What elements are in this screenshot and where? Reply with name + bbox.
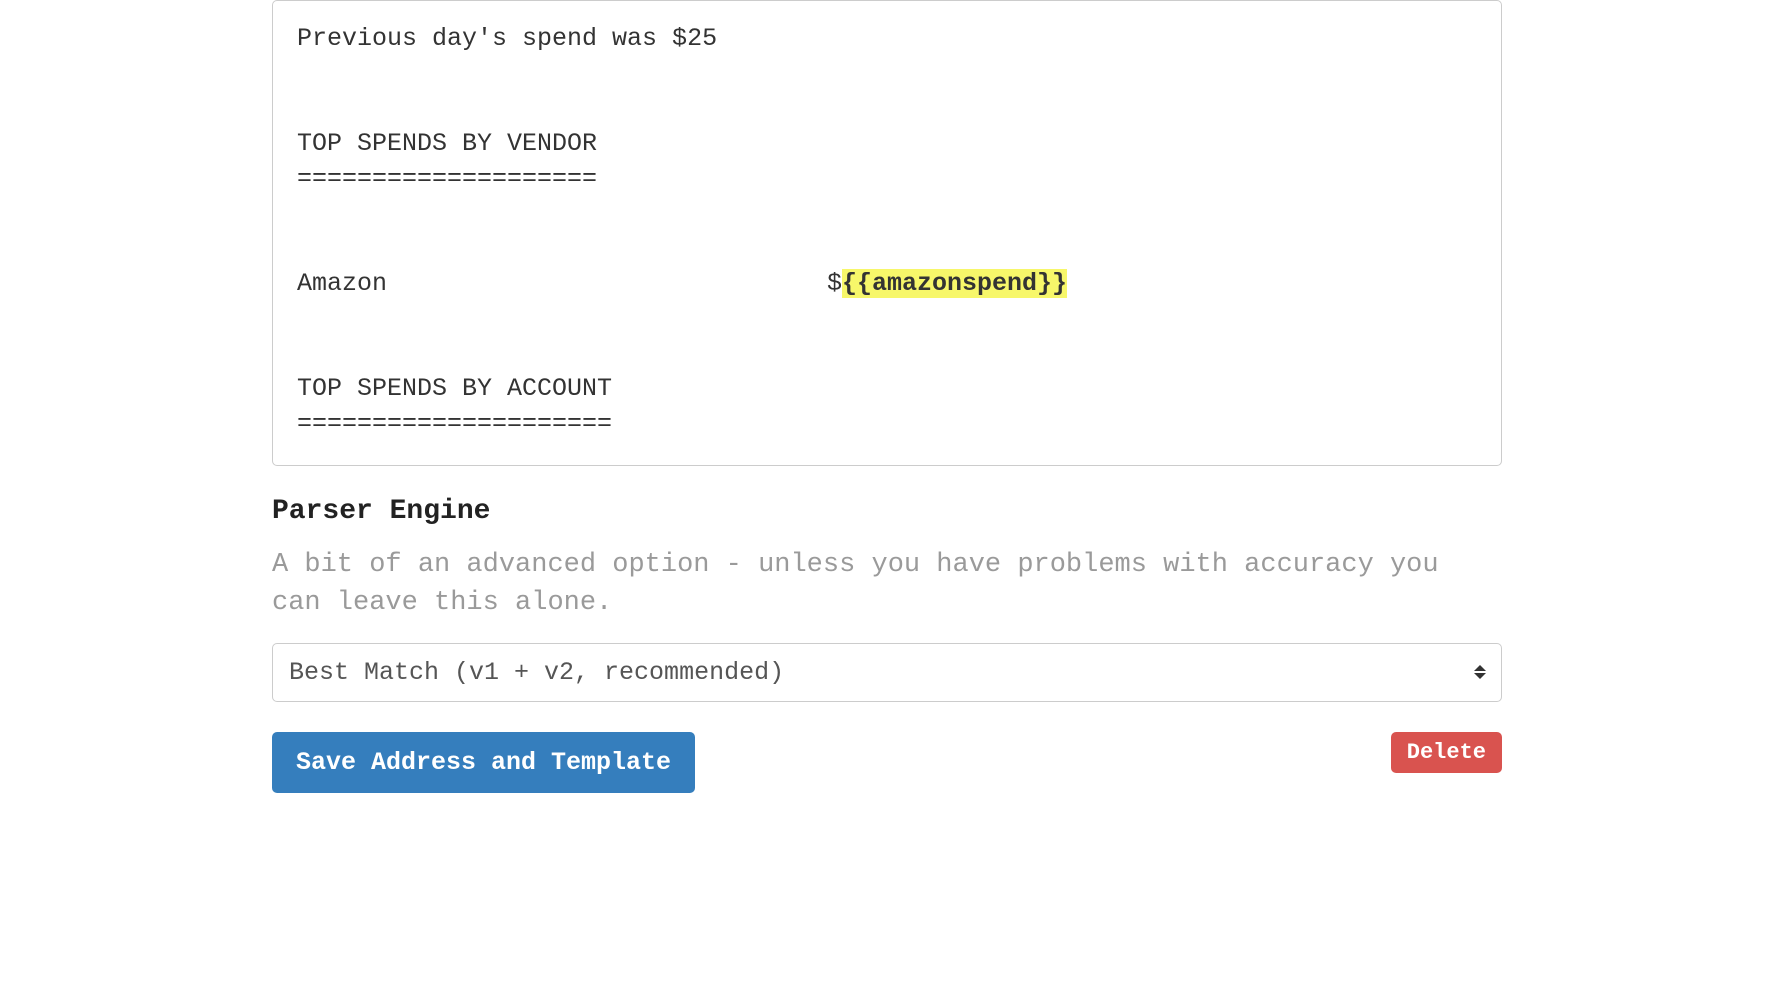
template-vendor-row: Amazon${{amazonspend}} [297, 266, 1477, 301]
parser-engine-heading: Parser Engine [272, 496, 1502, 527]
delete-button[interactable]: Delete [1391, 732, 1502, 773]
template-variable-highlight: {{amazonspend}} [842, 269, 1067, 298]
blank-line [297, 301, 1477, 336]
vendor-value: ${{amazonspend}} [827, 266, 1067, 301]
blank-line [297, 56, 1477, 91]
button-row: Save Address and Template Delete [272, 732, 1502, 793]
template-section-underline: ==================== [297, 161, 1477, 196]
parser-engine-select[interactable]: Best Match (v1 + v2, recommended) [272, 643, 1502, 702]
vendor-name: Amazon [297, 266, 827, 301]
parser-engine-description: A bit of an advanced option - unless you… [272, 547, 1502, 623]
blank-line [297, 336, 1477, 371]
template-line: Previous day's spend was $25 [297, 21, 1477, 56]
template-section-title: TOP SPENDS BY VENDOR [297, 126, 1477, 161]
blank-line [297, 231, 1477, 266]
blank-line [297, 91, 1477, 126]
parser-engine-select-wrapper: Best Match (v1 + v2, recommended) [272, 643, 1502, 702]
blank-line [297, 196, 1477, 231]
template-editor[interactable]: Previous day's spend was $25 TOP SPENDS … [272, 0, 1502, 466]
template-section-title: TOP SPENDS BY ACCOUNT [297, 371, 1477, 406]
save-button[interactable]: Save Address and Template [272, 732, 695, 793]
template-section-underline: ===================== [297, 406, 1477, 441]
main-container: Previous day's spend was $25 TOP SPENDS … [237, 0, 1537, 793]
